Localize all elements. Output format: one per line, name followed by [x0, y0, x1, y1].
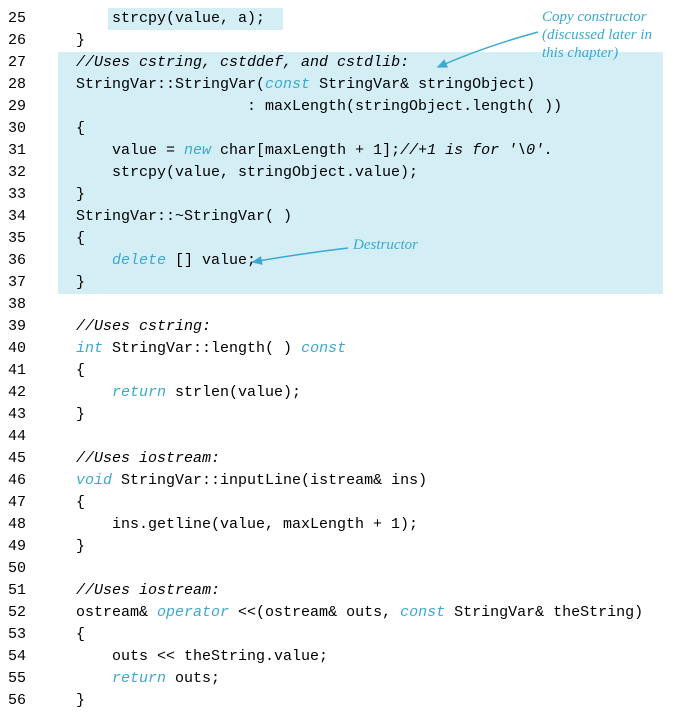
line-number: 45: [8, 448, 40, 470]
code-line: 48 ins.getline(value, maxLength + 1);: [8, 514, 687, 536]
annotation-destructor: Destructor: [353, 236, 418, 254]
annotation-copy-constructor: Copy constructor (discussed later in thi…: [542, 8, 652, 62]
code-line: 38: [8, 294, 687, 316]
line-number: 35: [8, 228, 40, 250]
line-number: 52: [8, 602, 40, 624]
code-line: 45 //Uses iostream:: [8, 448, 687, 470]
code-content: {: [40, 624, 85, 646]
code-content: strcpy(value, a);: [40, 8, 265, 30]
code-content: //Uses iostream:: [40, 448, 220, 470]
line-number: 47: [8, 492, 40, 514]
code-content: ins.getline(value, maxLength + 1);: [40, 514, 418, 536]
code-line: 43 }: [8, 404, 687, 426]
line-number: 33: [8, 184, 40, 206]
line-number: 46: [8, 470, 40, 492]
code-line: 50: [8, 558, 687, 580]
line-number: 54: [8, 646, 40, 668]
code-line: 52 ostream& operator <<(ostream& outs, c…: [8, 602, 687, 624]
arrow-destructor: [248, 246, 353, 271]
code-content: StringVar::~StringVar( ): [40, 206, 292, 228]
code-line: 30 {: [8, 118, 687, 140]
code-line: 49 }: [8, 536, 687, 558]
line-number: 40: [8, 338, 40, 360]
code-content: return outs;: [40, 668, 220, 690]
code-line: 34 StringVar::~StringVar( ): [8, 206, 687, 228]
code-content: StringVar::StringVar(const StringVar& st…: [40, 74, 535, 96]
line-number: 39: [8, 316, 40, 338]
line-number: 44: [8, 426, 40, 448]
code-content: delete [] value;: [40, 250, 256, 272]
code-content: {: [40, 492, 85, 514]
code-line: 54 outs << theString.value;: [8, 646, 687, 668]
code-line: 32 strcpy(value, stringObject.value);: [8, 162, 687, 184]
code-content: return strlen(value);: [40, 382, 301, 404]
code-line: 47 {: [8, 492, 687, 514]
code-content: }: [40, 536, 85, 558]
code-container: Copy constructor (discussed later in thi…: [8, 8, 687, 712]
code-content: strcpy(value, stringObject.value);: [40, 162, 418, 184]
code-line: 29 : maxLength(stringObject.length( )): [8, 96, 687, 118]
line-number: 34: [8, 206, 40, 228]
code-line: 53 {: [8, 624, 687, 646]
code-line: 37 }: [8, 272, 687, 294]
code-content: ostream& operator <<(ostream& outs, cons…: [40, 602, 643, 624]
line-number: 56: [8, 690, 40, 712]
code-content: }: [40, 30, 85, 52]
code-line: 31 value = new char[maxLength + 1];//+1 …: [8, 140, 687, 162]
code-line: 44: [8, 426, 687, 448]
code-content: {: [40, 118, 85, 140]
code-content: {: [40, 228, 85, 250]
code-content: }: [40, 690, 85, 712]
code-line: 40 int StringVar::length( ) const: [8, 338, 687, 360]
code-content: //Uses cstring:: [40, 316, 211, 338]
code-line: 33 }: [8, 184, 687, 206]
line-number: 53: [8, 624, 40, 646]
line-number: 51: [8, 580, 40, 602]
line-number: 48: [8, 514, 40, 536]
code-content: int StringVar::length( ) const: [40, 338, 346, 360]
line-number: 26: [8, 30, 40, 52]
code-content: }: [40, 404, 85, 426]
line-number: 38: [8, 294, 40, 316]
code-content: outs << theString.value;: [40, 646, 328, 668]
code-content: }: [40, 272, 85, 294]
code-content: //Uses iostream:: [40, 580, 220, 602]
code-line: 46 void StringVar::inputLine(istream& in…: [8, 470, 687, 492]
line-number: 25: [8, 8, 40, 30]
code-content: void StringVar::inputLine(istream& ins): [40, 470, 427, 492]
line-number: 29: [8, 96, 40, 118]
arrow-copy-constructor: [433, 32, 543, 77]
line-number: 55: [8, 668, 40, 690]
line-number: 31: [8, 140, 40, 162]
code-content: }: [40, 184, 85, 206]
code-line: 42 return strlen(value);: [8, 382, 687, 404]
code-line: 39 //Uses cstring:: [8, 316, 687, 338]
code-line: 41 {: [8, 360, 687, 382]
code-line: 51 //Uses iostream:: [8, 580, 687, 602]
code-line: 28 StringVar::StringVar(const StringVar&…: [8, 74, 687, 96]
line-number: 30: [8, 118, 40, 140]
line-number: 32: [8, 162, 40, 184]
code-content: value = new char[maxLength + 1];//+1 is …: [40, 140, 553, 162]
line-number: 28: [8, 74, 40, 96]
code-lines: 25 strcpy(value, a);26 }27 //Uses cstrin…: [8, 8, 687, 712]
code-content: : maxLength(stringObject.length( )): [40, 96, 562, 118]
line-number: 36: [8, 250, 40, 272]
line-number: 50: [8, 558, 40, 580]
line-number: 27: [8, 52, 40, 74]
code-line: 56 }: [8, 690, 687, 712]
code-line: 55 return outs;: [8, 668, 687, 690]
line-number: 49: [8, 536, 40, 558]
line-number: 43: [8, 404, 40, 426]
line-number: 37: [8, 272, 40, 294]
code-content: //Uses cstring, cstddef, and cstdlib:: [40, 52, 409, 74]
line-number: 41: [8, 360, 40, 382]
line-number: 42: [8, 382, 40, 404]
code-content: {: [40, 360, 85, 382]
